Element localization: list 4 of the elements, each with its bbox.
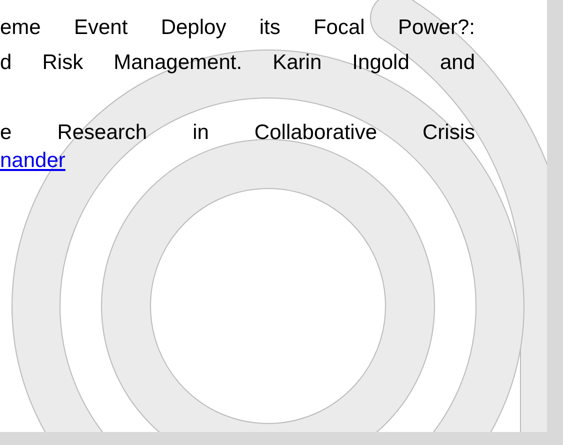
reference-link[interactable]: nander [0,150,66,172]
reference-text-line: e Research in Collaborative Crisis [0,120,475,146]
reference-text-line: d Risk Management. Karin Ingold and [0,50,475,76]
reference-text-line: eme Event Deploy its Focal Power?: [0,15,475,41]
